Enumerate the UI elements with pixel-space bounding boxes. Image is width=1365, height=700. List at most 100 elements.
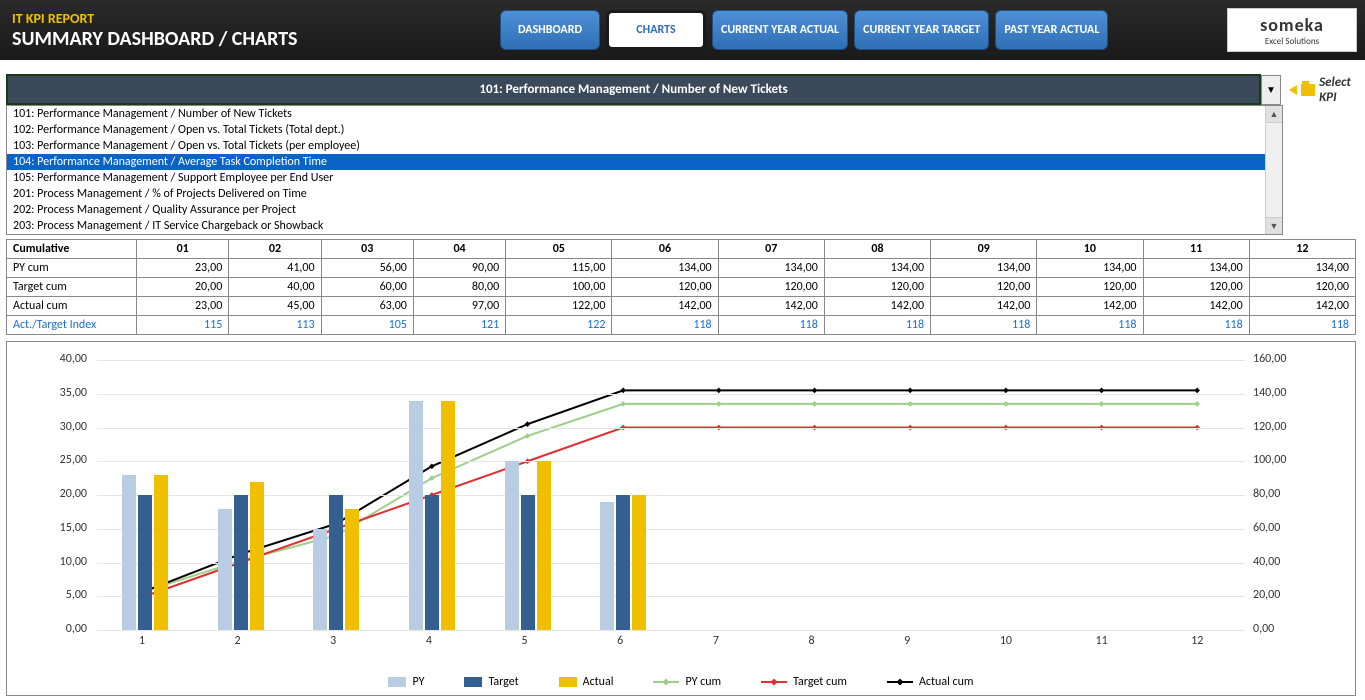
table-cell: 97,00 — [413, 297, 505, 316]
table-cell: 142,00 — [824, 297, 930, 316]
x-tick: 1 — [139, 634, 145, 648]
kpi-option[interactable]: 101: Performance Management / Number of … — [7, 106, 1282, 122]
x-tick: 8 — [809, 634, 815, 648]
table-cell: 41,00 — [229, 259, 321, 278]
legend-actual: Actual — [559, 675, 614, 689]
table-col-header: 03 — [321, 240, 413, 259]
y-right-tick: 20,00 — [1253, 588, 1280, 602]
kpi-current: 101: Performance Management / Number of … — [6, 74, 1261, 105]
brand-logo: someka Excel Solutions — [1227, 8, 1357, 52]
chart-bar — [632, 495, 646, 630]
table-cell: 142,00 — [1249, 297, 1355, 316]
kpi-dropdown-list[interactable]: ▲ ▼ 101: Performance Management / Number… — [6, 105, 1283, 235]
table-col-header: 12 — [1249, 240, 1355, 259]
scroll-down-icon[interactable]: ▼ — [1266, 217, 1282, 234]
table-cell: 100,00 — [506, 278, 612, 297]
y-right-tick: 160,00 — [1253, 352, 1286, 366]
scroll-up-icon[interactable]: ▲ — [1266, 106, 1282, 123]
table-cell: 105 — [321, 316, 413, 335]
table-cell: 142,00 — [1037, 297, 1143, 316]
kpi-option[interactable]: 105: Performance Management / Support Em… — [7, 170, 1282, 186]
y-right-tick: 100,00 — [1253, 453, 1286, 467]
nav-past-year-actual[interactable]: PAST YEAR ACTUAL — [995, 10, 1108, 50]
kpi-option[interactable]: 202: Process Management / Quality Assura… — [7, 202, 1282, 218]
chart-line — [145, 428, 1197, 597]
table-cell: 142,00 — [718, 297, 824, 316]
kpi-selector-row: 101: Performance Management / Number of … — [6, 74, 1365, 105]
table-cell: 120,00 — [612, 278, 718, 297]
table-col-header: 06 — [612, 240, 718, 259]
table-col-header: 01 — [137, 240, 229, 259]
table-cell: 63,00 — [321, 297, 413, 316]
table-col-header: 08 — [824, 240, 930, 259]
x-tick: 12 — [1191, 634, 1203, 648]
row-label: Target cum — [7, 278, 137, 297]
x-tick: 11 — [1096, 634, 1108, 648]
chart-bar — [329, 495, 343, 630]
kpi-option[interactable]: 203: Process Management / IT Service Cha… — [7, 218, 1282, 234]
chart-bar — [441, 401, 455, 631]
y-left-tick: 15,00 — [27, 521, 87, 535]
row-label: PY cum — [7, 259, 137, 278]
cumulative-table: Cumulative010203040506070809101112PY cum… — [6, 239, 1356, 335]
table-cell: 122,00 — [506, 297, 612, 316]
legend-target: Target — [464, 675, 518, 689]
table-col-header: 10 — [1037, 240, 1143, 259]
chart-bar — [234, 495, 248, 630]
kpi-option[interactable]: 103: Performance Management / Open vs. T… — [7, 138, 1282, 154]
table-cell: 120,00 — [718, 278, 824, 297]
x-tick: 3 — [330, 634, 336, 648]
table-cell: 121 — [413, 316, 505, 335]
folder-icon — [1301, 84, 1315, 96]
table-row: Target cum20,0040,0060,0080,00100,00120,… — [7, 278, 1356, 297]
row-label: Actual cum — [7, 297, 137, 316]
table-col-header: 09 — [931, 240, 1037, 259]
chart-bar — [505, 461, 519, 630]
nav-current-year-target[interactable]: CURRENT YEAR TARGET — [854, 10, 989, 50]
table-cell: 120,00 — [931, 278, 1037, 297]
table-cell: 56,00 — [321, 259, 413, 278]
table-cell: 134,00 — [931, 259, 1037, 278]
legend-actualcum: Actual cum — [887, 675, 974, 689]
kpi-option[interactable]: 104: Performance Management / Average Ta… — [7, 154, 1282, 170]
chevron-down-icon: ▼ — [1266, 83, 1276, 96]
table-cell: 120,00 — [1143, 278, 1249, 297]
table-cell: 142,00 — [612, 297, 718, 316]
table-cell: 40,00 — [229, 278, 321, 297]
arrow-left-icon — [1289, 85, 1297, 95]
table-cell: 118 — [612, 316, 718, 335]
nav-charts[interactable]: CHARTS — [606, 10, 706, 50]
x-tick: 4 — [426, 634, 432, 648]
y-left-tick: 10,00 — [27, 555, 87, 569]
table-cell: 45,00 — [229, 297, 321, 316]
y-left-tick: 0,00 — [27, 622, 87, 636]
nav-dashboard[interactable]: DASHBOARD — [500, 10, 600, 50]
page-title: SUMMARY DASHBOARD / CHARTS — [12, 27, 488, 51]
kpi-option[interactable]: 102: Performance Management / Open vs. T… — [7, 122, 1282, 138]
nav-current-year-actual[interactable]: CURRENT YEAR ACTUAL — [712, 10, 848, 50]
y-left-tick: 40,00 — [27, 352, 87, 366]
chart-plot-area — [97, 360, 1245, 630]
row-label: Act./Target Index — [7, 316, 137, 335]
y-right-tick: 60,00 — [1253, 521, 1280, 535]
kpi-dropdown-toggle[interactable]: ▼ — [1261, 75, 1281, 105]
chart-bar — [600, 502, 614, 630]
table-cell: 134,00 — [718, 259, 824, 278]
y-right-tick: 120,00 — [1253, 420, 1286, 434]
kpi-option[interactable]: 201: Process Management / % of Projects … — [7, 186, 1282, 202]
table-cell: 90,00 — [413, 259, 505, 278]
chart-bar — [409, 401, 423, 631]
table-col-header: 04 — [413, 240, 505, 259]
dropdown-scrollbar[interactable]: ▲ ▼ — [1265, 106, 1282, 234]
table-cell: 142,00 — [1143, 297, 1249, 316]
y-left-tick: 25,00 — [27, 453, 87, 467]
table-cell: 122 — [506, 316, 612, 335]
table-cell: 142,00 — [931, 297, 1037, 316]
table-cell: 120,00 — [1249, 278, 1355, 297]
table-col-header: 07 — [718, 240, 824, 259]
chart-bar — [313, 529, 327, 630]
x-tick: 7 — [713, 634, 719, 648]
table-col-header: 02 — [229, 240, 321, 259]
title-block: IT KPI REPORT SUMMARY DASHBOARD / CHARTS — [0, 0, 500, 60]
table-cell: 20,00 — [137, 278, 229, 297]
